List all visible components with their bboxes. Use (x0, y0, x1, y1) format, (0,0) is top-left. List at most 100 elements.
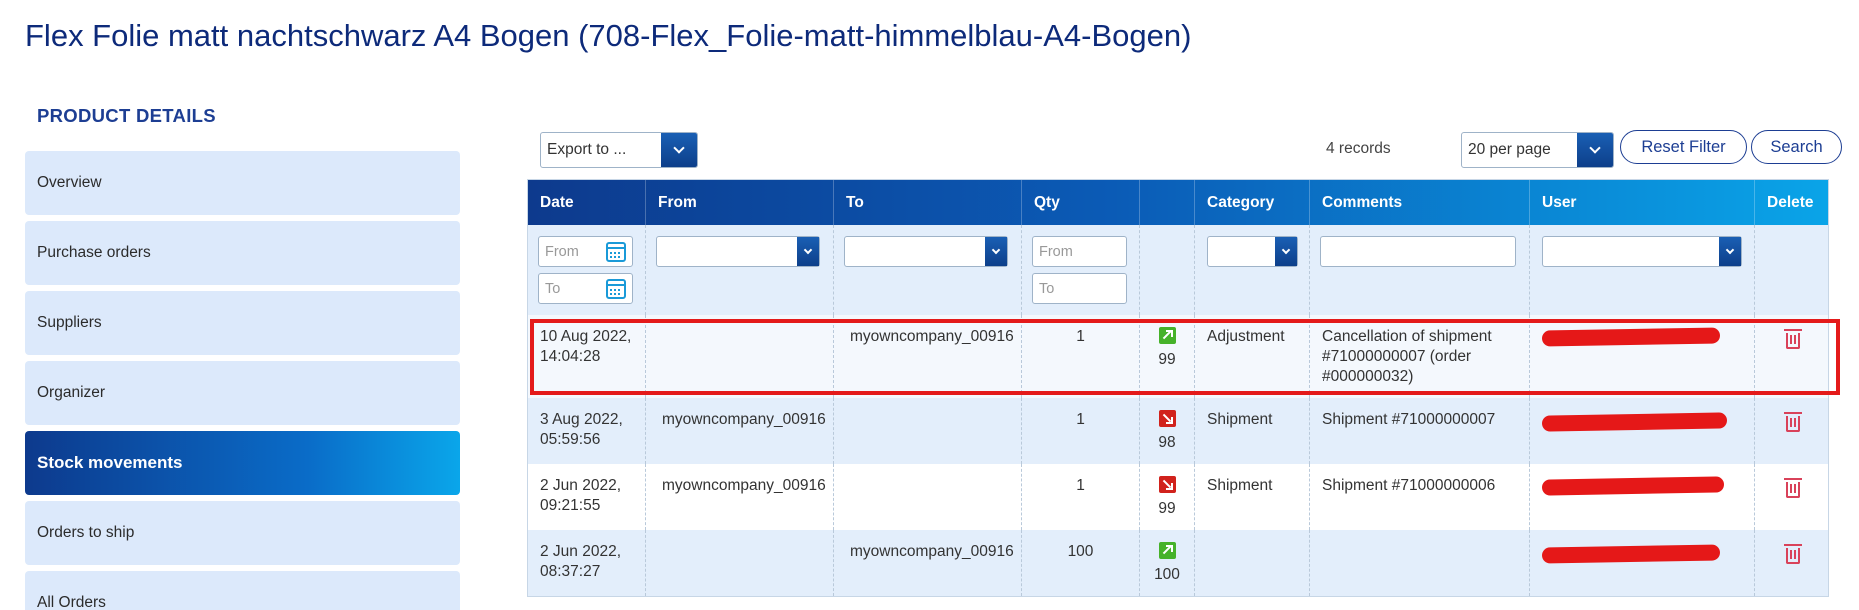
row-date: 2 Jun 2022, 09:21:55 (528, 464, 646, 530)
sidebar-nav: Overview Purchase orders Suppliers Organ… (25, 151, 460, 610)
sidebar-item-all-orders[interactable]: All Orders (25, 571, 460, 610)
sidebar-item-purchase-orders[interactable]: Purchase orders (25, 221, 460, 285)
trash-icon[interactable] (1783, 478, 1802, 498)
sidebar-item-orders-to-ship[interactable]: Orders to ship (25, 501, 460, 565)
row-to (834, 464, 1022, 530)
row-from (646, 530, 834, 596)
chevron-down-icon[interactable] (797, 237, 819, 266)
table-header: Date From To Qty Category Comments User … (528, 180, 1828, 225)
comments-filter-input[interactable] (1320, 236, 1516, 267)
qty-to-filter[interactable]: To (1032, 273, 1127, 304)
filter-row: From To From To (528, 225, 1828, 315)
row-category: Adjustment (1195, 315, 1310, 398)
row-to: myowncompany_00916 (834, 530, 1022, 596)
qty-from-filter[interactable]: From (1032, 236, 1127, 267)
row-comments: Cancellation of shipment #71000000007 (o… (1310, 315, 1530, 398)
row-from: myowncompany_00916 (646, 398, 834, 464)
row-user (1530, 398, 1755, 464)
row-from (646, 315, 834, 398)
arrow-out-icon (1158, 410, 1176, 427)
search-button[interactable]: Search (1751, 130, 1842, 164)
grid-toolbar: Export to ... 4 records 20 per page Rese… (540, 130, 1842, 168)
row-user (1530, 530, 1755, 596)
row-date: 2 Jun 2022, 08:37:27 (528, 530, 646, 596)
arrow-out-icon (1158, 476, 1176, 493)
export-select[interactable]: Export to ... (540, 132, 698, 168)
column-header-qty[interactable]: Qty (1022, 180, 1140, 225)
table-row[interactable]: 2 Jun 2022, 08:37:27 myowncompany_00916 … (528, 530, 1828, 596)
column-header-comments[interactable]: Comments (1310, 180, 1530, 225)
row-category (1195, 530, 1310, 596)
row-stock: 98 (1158, 434, 1176, 451)
records-count: 4 records (1326, 140, 1391, 157)
date-to-placeholder: To (545, 280, 561, 297)
sidebar-item-overview[interactable]: Overview (25, 151, 460, 215)
column-header-to[interactable]: To (834, 180, 1022, 225)
stock-movements-table: Date From To Qty Category Comments User … (527, 179, 1829, 597)
page-title: Flex Folie matt nachtschwarz A4 Bogen (7… (25, 18, 1192, 53)
to-filter-select[interactable] (844, 236, 1008, 267)
row-qty: 1 (1022, 315, 1140, 398)
column-header-user[interactable]: User (1530, 180, 1755, 225)
row-user (1530, 315, 1755, 398)
row-category: Shipment (1195, 398, 1310, 464)
calendar-icon[interactable] (606, 242, 626, 262)
column-header-direction (1140, 180, 1195, 225)
chevron-down-icon[interactable] (985, 237, 1007, 266)
column-header-delete: Delete (1767, 193, 1814, 211)
row-direction: 99 (1140, 464, 1195, 530)
row-stock: 99 (1158, 500, 1176, 517)
row-user (1530, 464, 1755, 530)
row-delete-cell (1755, 398, 1830, 464)
reset-filter-button[interactable]: Reset Filter (1620, 130, 1747, 164)
date-from-placeholder: From (545, 243, 579, 260)
from-filter-select[interactable] (656, 236, 820, 267)
trash-icon[interactable] (1783, 329, 1802, 349)
column-header-category[interactable]: Category (1195, 180, 1310, 225)
row-direction: 99 (1140, 315, 1195, 398)
section-title: PRODUCT DETAILS (37, 105, 216, 126)
date-from-filter[interactable]: From (538, 236, 633, 267)
row-date: 3 Aug 2022, 05:59:56 (528, 398, 646, 464)
row-to: myowncompany_00916 (834, 315, 1022, 398)
row-comments (1310, 530, 1530, 596)
row-from: myowncompany_00916 (646, 464, 834, 530)
sidebar-item-suppliers[interactable]: Suppliers (25, 291, 460, 355)
chevron-down-icon[interactable] (1275, 237, 1297, 266)
trash-icon[interactable] (1783, 544, 1802, 564)
row-qty: 1 (1022, 398, 1140, 464)
row-qty: 100 (1022, 530, 1140, 596)
column-header-date[interactable]: Date (528, 180, 646, 225)
row-stock: 99 (1158, 351, 1176, 368)
row-category: Shipment (1195, 464, 1310, 530)
category-filter-select[interactable] (1207, 236, 1298, 267)
row-stock: 100 (1154, 566, 1180, 583)
row-comments: Shipment #71000000006 (1310, 464, 1530, 530)
sidebar-item-stock-movements[interactable]: Stock movements (25, 431, 460, 495)
arrow-in-icon (1158, 327, 1176, 344)
row-delete-cell (1755, 530, 1830, 596)
row-to (834, 398, 1022, 464)
column-header-from[interactable]: From (646, 180, 834, 225)
redaction-mark (1541, 327, 1721, 347)
row-direction: 100 (1140, 530, 1195, 596)
redaction-mark (1541, 544, 1721, 564)
row-delete-cell (1755, 315, 1830, 398)
row-qty: 1 (1022, 464, 1140, 530)
table-row[interactable]: 10 Aug 2022, 14:04:28 myowncompany_00916… (528, 315, 1828, 398)
table-row[interactable]: 2 Jun 2022, 09:21:55 myowncompany_00916 … (528, 464, 1828, 530)
chevron-down-icon[interactable] (1719, 237, 1741, 266)
chevron-down-icon[interactable] (1577, 133, 1613, 167)
user-filter-select[interactable] (1542, 236, 1742, 267)
per-page-label: 20 per page (1468, 141, 1551, 158)
per-page-select[interactable]: 20 per page (1461, 132, 1614, 168)
trash-icon[interactable] (1783, 412, 1802, 432)
chevron-down-icon[interactable] (661, 133, 697, 167)
table-row[interactable]: 3 Aug 2022, 05:59:56 myowncompany_00916 … (528, 398, 1828, 464)
sidebar-item-organizer[interactable]: Organizer (25, 361, 460, 425)
redaction-mark (1541, 412, 1728, 432)
date-to-filter[interactable]: To (538, 273, 633, 304)
row-comments: Shipment #71000000007 (1310, 398, 1530, 464)
calendar-icon[interactable] (606, 279, 626, 299)
export-select-label: Export to ... (547, 141, 627, 158)
